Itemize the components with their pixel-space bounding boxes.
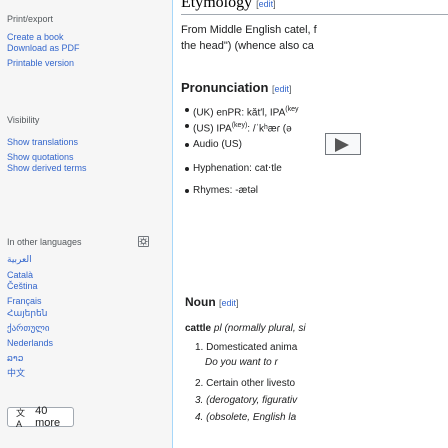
pronunciation-edit-link[interactable]: edit bbox=[275, 84, 290, 94]
lang-link-catalan[interactable]: Català bbox=[7, 270, 33, 281]
audio-play-button[interactable] bbox=[325, 133, 361, 155]
heading-rule bbox=[181, 14, 448, 15]
more-languages-button[interactable]: 文A 40 more bbox=[7, 405, 74, 429]
lang-link-french[interactable]: Français bbox=[7, 296, 42, 307]
definition-1-example: Do you want to r bbox=[205, 357, 278, 368]
definition-2: 2. Certain other livesto bbox=[195, 378, 296, 389]
lang-link-czech[interactable]: Čeština bbox=[7, 281, 38, 292]
pronunciation-heading: Pronunciation [edit] bbox=[181, 80, 292, 95]
etymology-edit-link[interactable]: edit bbox=[259, 0, 274, 9]
main-content: Etymology [edit] From Middle English cat… bbox=[172, 0, 448, 448]
etymology-text-line-2: the head") (whence also ca bbox=[181, 40, 314, 52]
pron-us: (US) IPA(key): /ˈkʰæɾ (ə bbox=[185, 119, 292, 136]
etymology-text-line-1: From Middle English catel, f bbox=[181, 24, 317, 36]
definition-1: 1. Domesticated anima bbox=[195, 342, 298, 353]
lang-link-dutch[interactable]: Nederlands bbox=[7, 338, 53, 349]
visibility-heading: Visibility bbox=[7, 115, 40, 125]
language-settings-icon[interactable] bbox=[138, 236, 149, 247]
show-derived-terms-link[interactable]: Show derived terms bbox=[7, 163, 87, 174]
languages-heading: In other languages bbox=[7, 237, 82, 247]
more-languages-label: 40 more bbox=[35, 405, 61, 429]
lang-link-chinese[interactable]: 中文 bbox=[7, 368, 25, 379]
pron-uk: (UK) enPR: kăt′l, IPA(key bbox=[185, 103, 299, 120]
hyphenation: Hyphenation: cat‧tle bbox=[185, 163, 282, 174]
sidebar: Print/export Create a book Download as P… bbox=[0, 0, 172, 448]
audio-label: Audio (US) bbox=[185, 139, 242, 150]
lang-link-georgian[interactable]: ქართული bbox=[7, 323, 50, 334]
noun-heading: Noun [edit] bbox=[185, 295, 239, 309]
noun-edit-link[interactable]: edit bbox=[222, 298, 237, 308]
lang-link-arabic[interactable]: العربية bbox=[7, 254, 32, 265]
create-book-link[interactable]: Create a book bbox=[7, 32, 64, 43]
etymology-heading: Etymology [edit] bbox=[181, 0, 276, 11]
translate-icon: 文A bbox=[16, 407, 26, 429]
rhymes: Rhymes: -ætəl bbox=[184, 185, 259, 196]
definition-4: 4. (obsolete, English la bbox=[195, 412, 297, 423]
definition-3: 3. (derogatory, figurativ bbox=[195, 395, 298, 406]
show-quotations-link[interactable]: Show quotations bbox=[7, 152, 74, 163]
print-export-heading: Print/export bbox=[7, 14, 54, 24]
lang-link-armenian[interactable]: Հայերեն bbox=[7, 308, 47, 319]
headword-line: cattle pl (normally plural, si bbox=[185, 323, 306, 334]
lang-link-lao[interactable]: ລາວ bbox=[7, 353, 23, 364]
printable-version-link[interactable]: Printable version bbox=[7, 58, 74, 69]
download-pdf-link[interactable]: Download as PDF bbox=[7, 43, 80, 54]
show-translations-link[interactable]: Show translations bbox=[7, 137, 78, 148]
